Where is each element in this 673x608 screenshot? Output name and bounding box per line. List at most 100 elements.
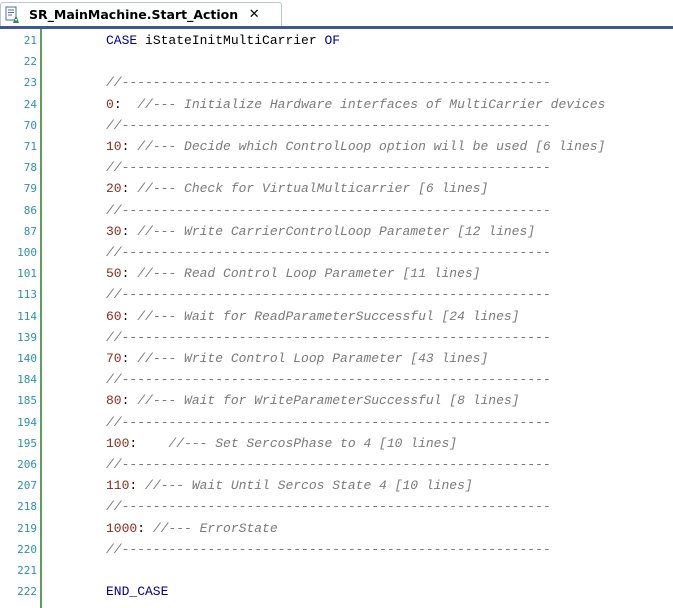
- code-line[interactable]: 71 10: //--- Decide which ControlLoop opt…: [0, 136, 673, 157]
- code-text: CASE iStateInitMultiCarrier OF: [106, 30, 340, 51]
- code-text: //--------------------------------------…: [106, 157, 551, 178]
- code-text: 1000: //--- ErrorState: [106, 518, 278, 539]
- code-token: END_CASE: [106, 584, 169, 600]
- line-number: 185: [17, 394, 37, 408]
- line-number: 218: [17, 500, 37, 514]
- code-text: //--------------------------------------…: [106, 284, 551, 305]
- code-token: :: [121, 351, 138, 366]
- code-text: //--------------------------------------…: [106, 496, 551, 517]
- code-token: //--- Wait Until Sercos State 4 [10 line…: [145, 478, 473, 494]
- code-line[interactable]: 185 80: //--- Wait for WriteParameterSucc…: [0, 390, 673, 411]
- code-text: END_CASE: [106, 581, 168, 602]
- code-line[interactable]: 220 //-----------------------------------…: [0, 539, 673, 560]
- line-number: 87: [23, 224, 37, 238]
- editor-tab-start-action[interactable]: SR_MainMachine.Start_Action ✕: [0, 2, 282, 26]
- code-token: //--- Check for VirtualMulticarrier [6 l…: [137, 181, 489, 197]
- code-token: //--------------------------------------…: [106, 372, 551, 388]
- code-line[interactable]: 87 30: //--- Write CarrierControlLoop Par…: [0, 221, 673, 242]
- line-number: 140: [17, 352, 37, 365]
- code-line[interactable]: 140 70: //--- Write Control Loop Paramete…: [0, 348, 673, 369]
- code-token: 60: [106, 308, 122, 324]
- code-token: :: [137, 520, 153, 536]
- code-line[interactable]: 218 //-----------------------------------…: [0, 496, 673, 517]
- code-line[interactable]: 100 //-----------------------------------…: [0, 242, 673, 263]
- code-line[interactable]: 79 20: //--- Check for VirtualMulticarrie…: [0, 178, 673, 199]
- code-line[interactable]: 219 1000: //--- ErrorState: [0, 518, 673, 539]
- code-token: //--------------------------------------…: [106, 541, 551, 557]
- code-line[interactable]: 184 //-----------------------------------…: [0, 369, 673, 390]
- line-number: 194: [17, 415, 37, 429]
- code-token: //--------------------------------------…: [106, 245, 551, 260]
- code-text: 60: //--- Wait for ReadParameterSuccessf…: [106, 306, 519, 327]
- code-editor[interactable]: 21 CASE iStateInitMultiCarrier OF 22 23 //--…: [0, 29, 673, 608]
- line-number: 71: [23, 140, 37, 153]
- code-line[interactable]: 101 50: //--- Read Control Loop Parameter…: [0, 263, 673, 284]
- code-token: iStateInitMultiCarrier: [145, 33, 325, 48]
- code-line[interactable]: 222 END_CASE: [0, 581, 673, 602]
- code-text: 10: //--- Decide which ControlLoop optio…: [106, 136, 605, 157]
- code-line[interactable]: 24 0: //--- Initialize Hardware interface…: [0, 94, 673, 115]
- line-number: 23: [23, 76, 37, 90]
- code-token: :: [121, 223, 138, 239]
- code-token: 50: [106, 266, 122, 282]
- code-token: //--- Read Control Loop Parameter [11 li…: [137, 266, 481, 282]
- code-token: :: [129, 478, 146, 494]
- line-number: 113: [17, 288, 37, 302]
- code-text: 80: //--- Wait for WriteParameterSuccess…: [106, 390, 519, 411]
- code-text: //--------------------------------------…: [106, 115, 551, 136]
- code-token: 110: [106, 478, 130, 494]
- line-number: 206: [17, 458, 37, 471]
- code-text: 70: //--- Write Control Loop Parameter […: [106, 348, 488, 369]
- code-token: //--- Decide which ControlLoop option wi…: [137, 139, 606, 154]
- line-number: 22: [23, 55, 37, 69]
- code-line[interactable]: 70 //------------------------------------…: [0, 115, 673, 136]
- code-token: 20: [106, 181, 122, 197]
- code-line[interactable]: 23 //------------------------------------…: [0, 72, 673, 93]
- code-line[interactable]: 221: [0, 560, 673, 581]
- code-token: 30: [106, 223, 122, 239]
- code-token: //--- Write Control Loop Parameter [43 l…: [137, 351, 489, 366]
- code-token: OF: [324, 33, 341, 48]
- code-token: :: [121, 266, 138, 282]
- line-number: 70: [23, 118, 37, 132]
- code-line[interactable]: 207 110: //--- Wait Until Sercos State 4 …: [0, 475, 673, 496]
- code-text: 30: //--- Write CarrierControlLoop Param…: [106, 221, 535, 242]
- code-line[interactable]: 139 //-----------------------------------…: [0, 327, 673, 348]
- code-token: :: [121, 181, 138, 197]
- code-line[interactable]: 114 60: //--- Wait for ReadParameterSucce…: [0, 306, 673, 327]
- code-text: //--------------------------------------…: [106, 72, 551, 93]
- code-line[interactable]: 86 //------------------------------------…: [0, 200, 673, 221]
- code-token: //--------------------------------------…: [106, 75, 551, 91]
- code-line[interactable]: 21 CASE iStateInitMultiCarrier OF: [0, 30, 673, 51]
- code-token: :: [121, 139, 138, 154]
- line-number: 86: [23, 203, 37, 217]
- code-token: //--------------------------------------…: [106, 414, 551, 430]
- line-number: 101: [17, 267, 37, 281]
- code-token: 1000: [106, 520, 138, 536]
- code-token: //--------------------------------------…: [106, 117, 551, 133]
- code-line[interactable]: 22: [0, 51, 673, 72]
- code-text: //--------------------------------------…: [106, 242, 551, 263]
- tab-title: SR_MainMachine.Start_Action: [29, 7, 239, 22]
- code-line[interactable]: 113 //-----------------------------------…: [0, 284, 673, 305]
- code-token: //--- Wait for WriteParameterSuccessful …: [137, 393, 520, 409]
- line-number: 78: [23, 161, 37, 175]
- code-token: 80: [106, 393, 122, 409]
- line-number: 100: [17, 246, 37, 259]
- line-number: 24: [23, 97, 37, 111]
- code-line[interactable]: 194 //-----------------------------------…: [0, 412, 673, 433]
- code-token: :: [113, 96, 138, 112]
- code-text: //--------------------------------------…: [106, 454, 551, 475]
- code-token: 100: [106, 435, 130, 451]
- line-number: 21: [23, 34, 37, 47]
- code-text: 0: //--- Initialize Hardware interfaces …: [106, 94, 605, 115]
- code-line[interactable]: 78 //------------------------------------…: [0, 157, 673, 178]
- code-token: :: [121, 393, 138, 409]
- code-token: //--------------------------------------…: [106, 287, 551, 303]
- st-action-file-icon: [4, 6, 22, 24]
- code-token: //--------------------------------------…: [106, 202, 551, 218]
- close-tab-icon[interactable]: ✕: [247, 7, 261, 22]
- code-token: :: [129, 435, 169, 451]
- code-line[interactable]: 195 100: //--- Set SercosPhase to 4 [10 l…: [0, 433, 673, 454]
- code-line[interactable]: 206 //-----------------------------------…: [0, 454, 673, 475]
